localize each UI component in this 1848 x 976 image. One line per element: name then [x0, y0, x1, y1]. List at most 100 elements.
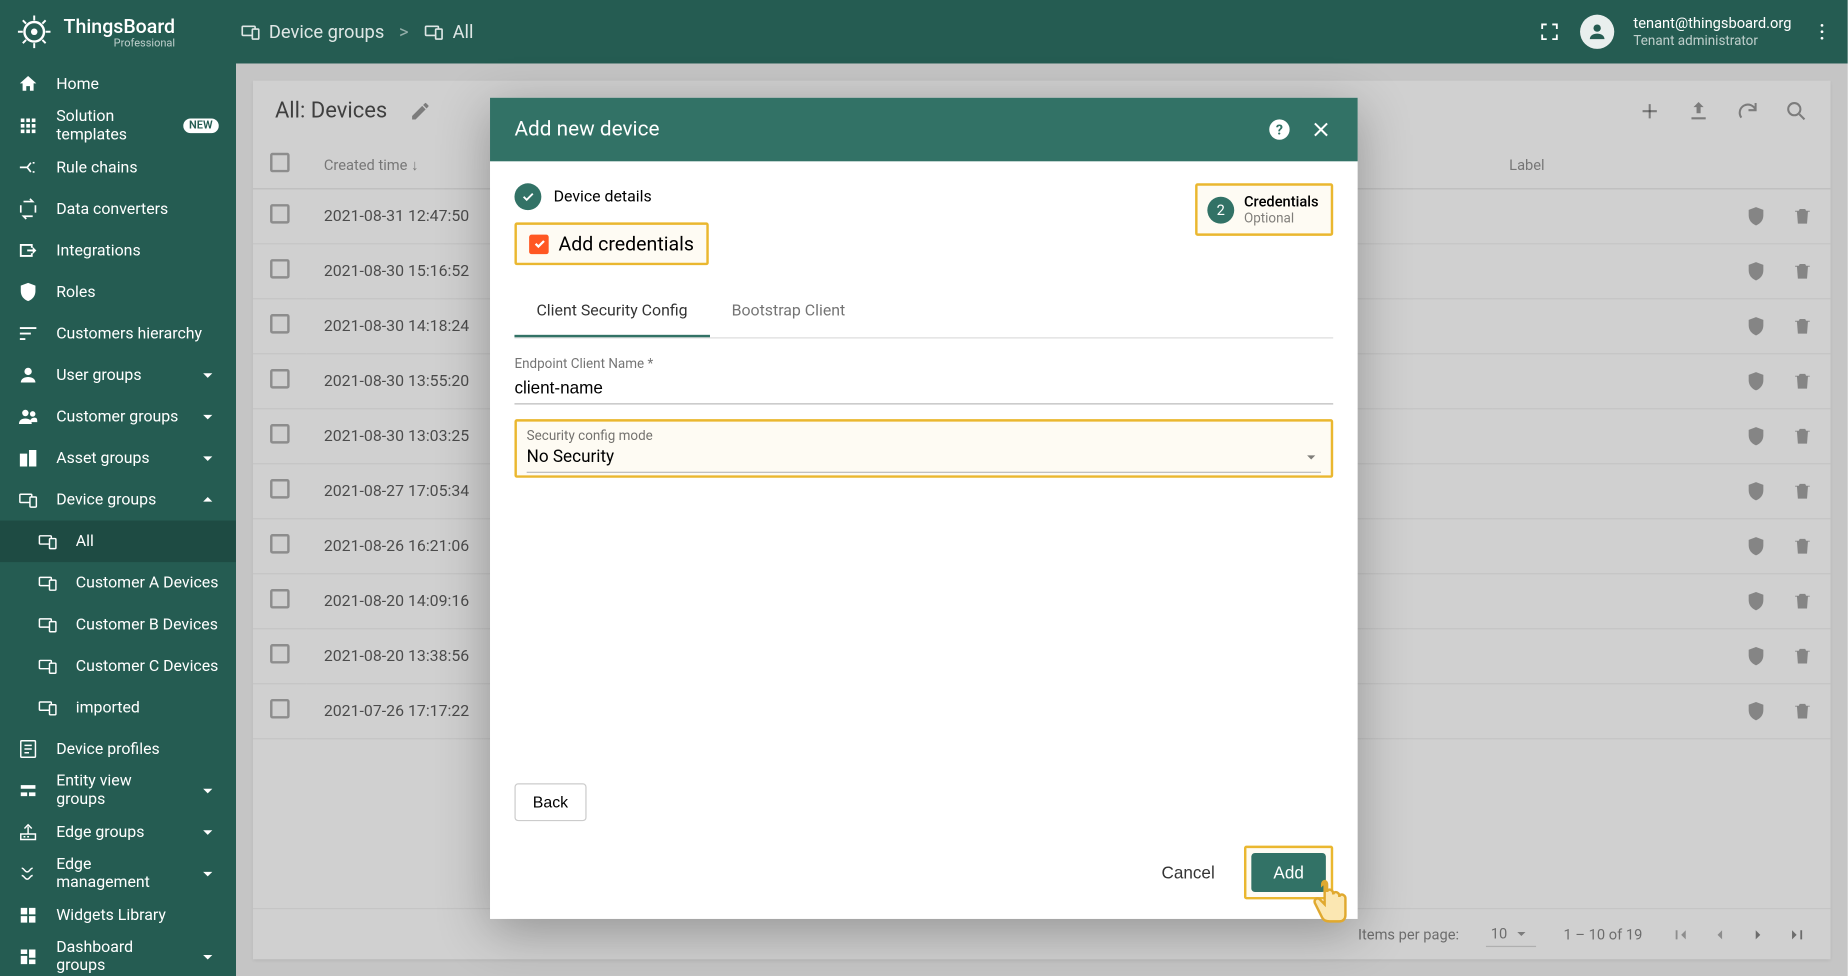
- sidebar-item-imported[interactable]: imported: [0, 687, 236, 729]
- sidebar-item-customer-c-devices[interactable]: Customer C Devices: [0, 645, 236, 687]
- view-icon: [17, 780, 39, 802]
- new-badge: NEW: [183, 119, 219, 134]
- branch-icon: [17, 156, 39, 178]
- back-button[interactable]: Back: [514, 783, 586, 821]
- endpoint-client-name-input[interactable]: [514, 371, 1333, 404]
- sidebar-item-label: Rule chains: [56, 158, 137, 176]
- chevron-down-icon: [197, 863, 219, 885]
- devices-sub-icon: [37, 530, 59, 552]
- chevron-down-icon: [197, 946, 219, 968]
- router-icon: [17, 821, 39, 843]
- sidebar-item-label: Widgets Library: [56, 906, 166, 924]
- sidebar-item-label: Device groups: [56, 491, 156, 509]
- apps-icon: [17, 115, 39, 137]
- step-device-details[interactable]: Device details: [514, 183, 708, 210]
- credentials-tabs: Client Security Config Bootstrap Client: [514, 287, 1333, 338]
- sidebar-item-solution-templates[interactable]: Solution templates NEW: [0, 105, 236, 147]
- app-name: ThingsBoard: [64, 14, 176, 37]
- devices-sub-icon: [37, 697, 59, 719]
- more-button[interactable]: [1811, 21, 1833, 43]
- tab-bootstrap-client[interactable]: Bootstrap Client: [710, 287, 868, 337]
- sidebar-item-customer-groups[interactable]: Customer groups: [0, 396, 236, 438]
- sidebar-item-edge-management[interactable]: Edge management: [0, 853, 236, 895]
- logo[interactable]: ThingsBoard Professional: [15, 12, 240, 51]
- sidebar-item-rule-chains[interactable]: Rule chains: [0, 147, 236, 189]
- tab-client-security[interactable]: Client Security Config: [514, 287, 709, 337]
- chevron-down-icon: [197, 364, 219, 386]
- sidebar: HomeSolution templates NEW Rule chains Data…: [0, 64, 236, 976]
- widgets-icon: [17, 904, 39, 926]
- settings-in-icon: [17, 863, 39, 885]
- convert-icon: [17, 198, 39, 220]
- home-icon: [17, 73, 39, 95]
- sidebar-item-label: Customer C Devices: [76, 657, 219, 675]
- breadcrumb-current[interactable]: All: [423, 21, 473, 43]
- sidebar-item-label: Customers hierarchy: [56, 324, 202, 342]
- chevron-up-icon: [197, 489, 219, 511]
- fullscreen-button[interactable]: [1538, 21, 1560, 43]
- sidebar-item-label: Customer B Devices: [76, 615, 218, 633]
- sidebar-item-label: Asset groups: [56, 449, 149, 467]
- sidebar-item-label: Roles: [56, 283, 95, 301]
- sidebar-item-data-converters[interactable]: Data converters: [0, 188, 236, 230]
- sidebar-item-widgets-library[interactable]: Widgets Library: [0, 895, 236, 937]
- sidebar-item-all[interactable]: All: [0, 521, 236, 563]
- step-credentials[interactable]: 2 Credentials Optional: [1195, 183, 1333, 236]
- endpoint-client-name-field: Endpoint Client Name *: [514, 356, 1333, 405]
- user-email: tenant@thingsboard.org: [1633, 15, 1791, 33]
- input-icon: [17, 240, 39, 262]
- security-config-mode-field[interactable]: Security config mode No Security: [514, 419, 1333, 478]
- sidebar-item-roles[interactable]: Roles: [0, 271, 236, 313]
- sidebar-item-dashboard-groups[interactable]: Dashboard groups: [0, 936, 236, 976]
- sidebar-item-label: Integrations: [56, 241, 140, 259]
- sidebar-item-device-profiles[interactable]: Device profiles: [0, 728, 236, 770]
- dashboard-icon: [17, 946, 39, 968]
- sidebar-item-entity-view-groups[interactable]: Entity view groups: [0, 770, 236, 812]
- dialog-title: Add new device: [514, 117, 1250, 141]
- avatar[interactable]: [1580, 15, 1614, 49]
- help-button[interactable]: ?: [1267, 117, 1291, 141]
- sidebar-item-label: Customer A Devices: [76, 574, 219, 592]
- logo-icon: [15, 12, 54, 51]
- sidebar-item-home[interactable]: Home: [0, 64, 236, 106]
- devices-icon: [423, 21, 445, 43]
- sidebar-item-label: Dashboard groups: [56, 938, 179, 975]
- devices-sub-icon: [37, 572, 59, 594]
- add-device-dialog: Add new device ? Device details Add cred…: [490, 98, 1358, 919]
- sidebar-item-edge-groups[interactable]: Edge groups: [0, 811, 236, 853]
- close-button[interactable]: [1309, 117, 1333, 141]
- chevron-down-icon: [1301, 447, 1321, 467]
- sidebar-item-user-groups[interactable]: User groups: [0, 354, 236, 396]
- svg-text:?: ?: [1276, 123, 1283, 139]
- chevron-down-icon: [197, 447, 219, 469]
- profile-icon: [17, 738, 39, 760]
- topbar: ThingsBoard Professional Device groups >…: [0, 0, 1848, 64]
- sidebar-item-device-groups[interactable]: Device groups: [0, 479, 236, 521]
- checkbox-checked-icon: [529, 234, 549, 254]
- sidebar-item-customer-b-devices[interactable]: Customer B Devices: [0, 604, 236, 646]
- sidebar-item-label: Edge groups: [56, 823, 144, 841]
- user-role: Tenant administrator: [1633, 32, 1791, 48]
- add-credentials-toggle[interactable]: Add credentials: [514, 222, 708, 265]
- app-edition: Professional: [64, 37, 176, 49]
- chevron-down-icon: [197, 780, 219, 802]
- sidebar-item-integrations[interactable]: Integrations: [0, 230, 236, 272]
- sidebar-item-asset-groups[interactable]: Asset groups: [0, 437, 236, 479]
- user-icon: [17, 364, 39, 386]
- devices-sub-icon: [37, 613, 59, 635]
- domain-icon: [17, 447, 39, 469]
- add-button-primary[interactable]: Add: [1251, 853, 1325, 892]
- sort-icon: [17, 323, 39, 345]
- cancel-button[interactable]: Cancel: [1152, 853, 1225, 892]
- sidebar-item-label: Device profiles: [56, 740, 159, 758]
- shield-icon: [17, 281, 39, 303]
- users-icon: [17, 406, 39, 428]
- breadcrumb-group[interactable]: Device groups: [240, 21, 385, 43]
- sidebar-item-label: Solution templates: [56, 108, 166, 145]
- sidebar-item-label: Data converters: [56, 200, 168, 218]
- devices-icon: [240, 21, 262, 43]
- sidebar-item-customers-hierarchy[interactable]: Customers hierarchy: [0, 313, 236, 355]
- sidebar-item-customer-a-devices[interactable]: Customer A Devices: [0, 562, 236, 604]
- chevron-down-icon: [197, 821, 219, 843]
- sidebar-item-label: All: [76, 532, 94, 550]
